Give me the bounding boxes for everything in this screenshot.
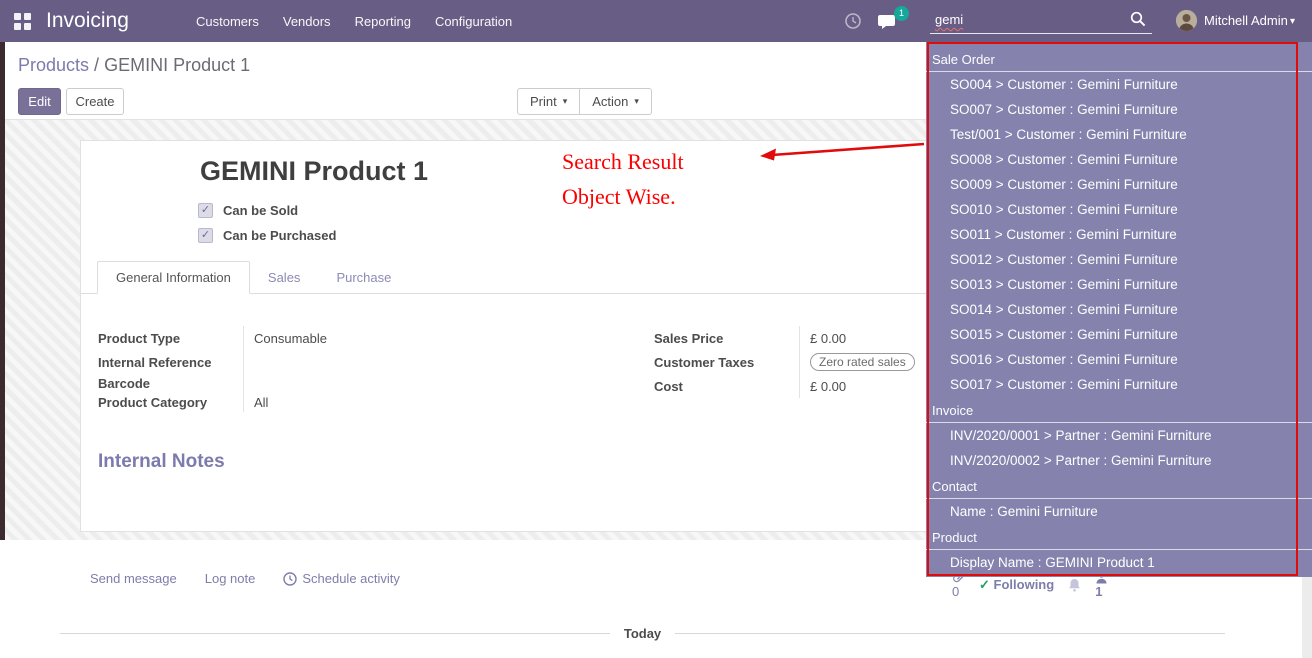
- search-result-item[interactable]: SO009 > Customer : Gemini Furniture: [926, 172, 1312, 197]
- sales-price-value: £ 0.00: [810, 326, 915, 350]
- cost-label: Cost: [654, 374, 799, 398]
- search-result-item[interactable]: INV/2020/0002 > Partner : Gemini Furnitu…: [926, 448, 1312, 473]
- nav-menus: Customers Vendors Reporting Configuratio…: [196, 0, 512, 42]
- today-divider: Today: [60, 626, 1225, 641]
- clock-icon: [283, 572, 297, 586]
- can-be-sold-checkbox[interactable]: ✓: [198, 203, 213, 218]
- print-label: Print: [530, 94, 557, 109]
- product-category-label: Product Category: [98, 393, 243, 412]
- product-type-label: Product Type: [98, 326, 243, 350]
- bell-icon[interactable]: [1068, 578, 1081, 592]
- field-separator: [799, 326, 800, 398]
- action-label: Action: [592, 94, 628, 109]
- following-label: Following: [994, 577, 1055, 592]
- product-type-value: Consumable: [254, 326, 327, 350]
- tab-sales[interactable]: Sales: [250, 262, 319, 293]
- dropdown-section-product: Product: [926, 524, 1312, 550]
- barcode-value: [254, 374, 327, 393]
- log-note-button[interactable]: Log note: [205, 571, 256, 586]
- search-result-item[interactable]: SO013 > Customer : Gemini Furniture: [926, 272, 1312, 297]
- search-result-item[interactable]: SO011 > Customer : Gemini Furniture: [926, 222, 1312, 247]
- product-category-value[interactable]: All: [254, 393, 327, 412]
- dropdown-section-sale-order: Sale Order: [926, 46, 1312, 72]
- can-be-sold-label: Can be Sold: [223, 203, 298, 218]
- breadcrumb-current: GEMINI Product 1: [104, 55, 250, 75]
- cost-value: £ 0.00: [810, 374, 915, 398]
- breadcrumb: Products / GEMINI Product 1: [18, 55, 250, 76]
- search-input[interactable]: gemi: [930, 8, 1152, 34]
- sales-price-label: Sales Price: [654, 326, 799, 350]
- attachment-count: 0: [952, 584, 959, 599]
- search-icon[interactable]: [1130, 11, 1146, 27]
- can-be-sold-row: ✓ Can be Sold: [198, 203, 298, 218]
- search-results-dropdown: Sale Order SO004 > Customer : Gemini Fur…: [926, 42, 1312, 577]
- fields-left-column: Product Type Internal Reference Barcode …: [98, 326, 327, 412]
- tab-purchase[interactable]: Purchase: [318, 262, 409, 293]
- search-result-item[interactable]: SO007 > Customer : Gemini Furniture: [926, 97, 1312, 122]
- search-result-item[interactable]: SO015 > Customer : Gemini Furniture: [926, 322, 1312, 347]
- breadcrumb-products-link[interactable]: Products: [18, 55, 89, 75]
- today-label: Today: [624, 626, 661, 641]
- user-caret-icon[interactable]: ▾: [1290, 1, 1295, 43]
- action-dropdown-button[interactable]: Action ▾: [579, 89, 651, 114]
- check-icon: ✓: [979, 577, 990, 592]
- field-separator: [243, 326, 244, 412]
- customer-taxes-badge[interactable]: Zero rated sales: [810, 353, 915, 371]
- followers-count: 1: [1095, 584, 1102, 599]
- can-be-purchased-checkbox[interactable]: ✓: [198, 228, 213, 243]
- annotation-line2: Object Wise.: [562, 184, 676, 210]
- schedule-activity-label: Schedule activity: [302, 571, 400, 586]
- search-result-item[interactable]: SO017 > Customer : Gemini Furniture: [926, 372, 1312, 397]
- nav-item-vendors[interactable]: Vendors: [283, 14, 331, 29]
- user-avatar[interactable]: [1176, 10, 1197, 31]
- internal-reference-label: Internal Reference: [98, 350, 243, 374]
- barcode-label: Barcode: [98, 374, 243, 393]
- customer-taxes-label: Customer Taxes: [654, 350, 799, 374]
- left-edge-strip: [0, 42, 5, 540]
- dropdown-section-invoice: Invoice: [926, 397, 1312, 423]
- print-action-group: Print ▾ Action ▾: [517, 88, 652, 115]
- can-be-purchased-row: ✓ Can be Purchased: [198, 228, 336, 243]
- send-message-button[interactable]: Send message: [90, 571, 177, 586]
- apps-menu-icon[interactable]: [14, 13, 31, 30]
- annotation-line1: Search Result: [562, 149, 684, 175]
- breadcrumb-separator: /: [89, 55, 104, 75]
- internal-notes-heading: Internal Notes: [98, 451, 225, 473]
- dropdown-section-contact: Contact: [926, 473, 1312, 499]
- edit-button[interactable]: Edit: [18, 88, 61, 115]
- search-result-item[interactable]: Test/001 > Customer : Gemini Furniture: [926, 122, 1312, 147]
- annotation-arrow: [756, 136, 926, 164]
- fields-right-column: Sales Price Customer Taxes Cost £ 0.00 Z…: [654, 326, 915, 398]
- messages-badge: 1: [894, 6, 909, 21]
- tab-general-information[interactable]: General Information: [97, 261, 250, 294]
- nav-item-configuration[interactable]: Configuration: [435, 14, 512, 29]
- search-result-item[interactable]: SO008 > Customer : Gemini Furniture: [926, 147, 1312, 172]
- search-result-item[interactable]: Name : Gemini Furniture: [926, 499, 1312, 524]
- schedule-activity-button[interactable]: Schedule activity: [283, 571, 400, 586]
- search-result-item[interactable]: SO012 > Customer : Gemini Furniture: [926, 247, 1312, 272]
- internal-reference-value: [254, 350, 327, 374]
- following-button[interactable]: ✓ Following: [979, 577, 1054, 593]
- top-navbar: Invoicing Customers Vendors Reporting Co…: [0, 0, 1312, 42]
- chevron-down-icon: ▾: [563, 96, 568, 107]
- create-button[interactable]: Create: [66, 88, 124, 115]
- print-dropdown-button[interactable]: Print ▾: [518, 89, 579, 114]
- product-title: GEMINI Product 1: [200, 156, 428, 187]
- search-result-item[interactable]: SO014 > Customer : Gemini Furniture: [926, 297, 1312, 322]
- search-result-item[interactable]: Display Name : GEMINI Product 1: [926, 550, 1312, 575]
- search-result-item[interactable]: SO010 > Customer : Gemini Furniture: [926, 197, 1312, 222]
- chevron-down-icon: ▾: [634, 96, 639, 107]
- nav-item-reporting[interactable]: Reporting: [355, 14, 411, 29]
- search-result-item[interactable]: SO004 > Customer : Gemini Furniture: [926, 72, 1312, 97]
- user-menu[interactable]: Mitchell Admin: [1204, 0, 1288, 42]
- can-be-purchased-label: Can be Purchased: [223, 228, 336, 243]
- activities-icon[interactable]: [845, 13, 861, 29]
- nav-item-customers[interactable]: Customers: [196, 14, 259, 29]
- search-result-item[interactable]: SO016 > Customer : Gemini Furniture: [926, 347, 1312, 372]
- search-input-value: gemi: [935, 12, 963, 27]
- app-name[interactable]: Invoicing: [46, 0, 129, 42]
- search-result-item[interactable]: INV/2020/0001 > Partner : Gemini Furnitu…: [926, 423, 1312, 448]
